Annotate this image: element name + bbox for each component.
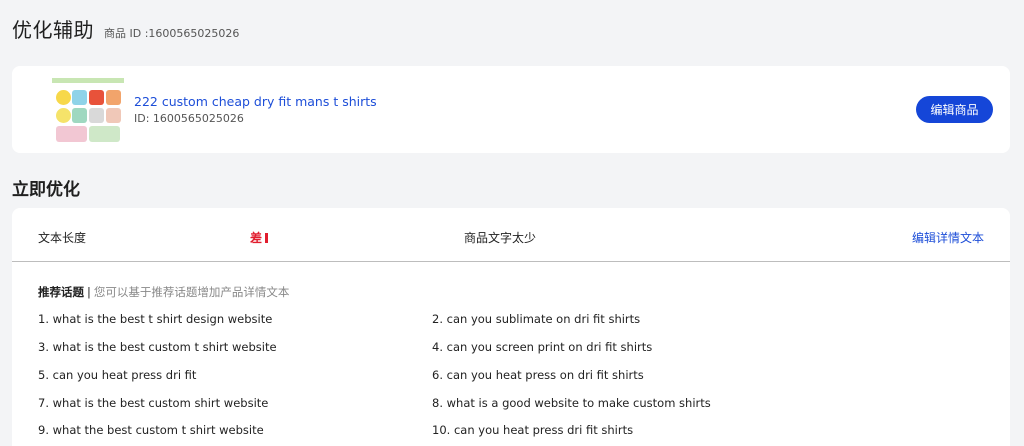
thumbnail-tile (56, 90, 71, 105)
product-id: ID: 1600565025026 (134, 112, 244, 125)
metric-rating-text: 差 (250, 231, 263, 245)
topic-item[interactable]: 1. what is the best t shirt design websi… (38, 312, 272, 326)
thumbnail-banner (52, 78, 124, 83)
metric-rating: 差 (250, 229, 269, 246)
topic-item[interactable]: 9. what the best custom t shirt website (38, 423, 264, 437)
product-thumbnail[interactable] (52, 78, 124, 144)
thumbnail-tile (89, 90, 104, 105)
thumbnail-tile (72, 90, 87, 105)
topic-item[interactable]: 4. can you screen print on dri fit shirt… (432, 340, 652, 354)
thumbnail-tile (89, 126, 120, 142)
topics-heading: 推荐话题 (38, 285, 84, 299)
edit-product-button[interactable]: 编辑商品 (916, 96, 993, 123)
topic-item[interactable]: 10. can you heat press dri fit shirts (432, 423, 633, 437)
thumbnail-tile (89, 108, 104, 123)
topic-item[interactable]: 7. what is the best custom shirt website (38, 396, 268, 410)
optimize-card: 文本长度 差 商品文字太少 编辑详情文本 推荐话题 | 您可以基于推荐话题增加产品详… (12, 208, 1010, 446)
metric-label: 文本长度 (38, 231, 87, 245)
topics-hint: 您可以基于推荐话题增加产品详情文本 (93, 285, 290, 299)
thumbnail-tile (106, 90, 121, 105)
thumbnail-tile (56, 108, 71, 123)
metric-row-text-length: 文本长度 差 商品文字太少 编辑详情文本 (12, 208, 1010, 262)
product-card: 222 custom cheap dry fit mans t shirts I… (12, 66, 1010, 153)
rating-bar-icon (265, 233, 269, 243)
recommended-topics-heading: 推荐话题 | 您可以基于推荐话题增加产品详情文本 (38, 284, 289, 300)
topics-separator: | (87, 285, 91, 299)
metric-description: 商品文字太少 (464, 231, 537, 245)
topic-item[interactable]: 2. can you sublimate on dri fit shirts (432, 312, 640, 326)
page-header: 优化辅助 商品 ID :1600565025026 (12, 14, 239, 43)
thumbnail-tile (56, 126, 87, 142)
header-product-id: 商品 ID :1600565025026 (104, 27, 240, 40)
page-title: 优化辅助 (12, 18, 94, 42)
edit-detail-text-link[interactable]: 编辑详情文本 (912, 229, 984, 246)
thumbnail-tile (106, 108, 121, 123)
product-name-link[interactable]: 222 custom cheap dry fit mans t shirts (134, 94, 377, 109)
thumbnail-tile (72, 108, 87, 123)
optimize-section-title: 立即优化 (12, 180, 80, 200)
topic-item[interactable]: 5. can you heat press dri fit (38, 368, 196, 382)
topic-item[interactable]: 8. what is a good website to make custom… (432, 396, 711, 410)
topic-item[interactable]: 6. can you heat press on dri fit shirts (432, 368, 644, 382)
topic-item[interactable]: 3. what is the best custom t shirt websi… (38, 340, 277, 354)
